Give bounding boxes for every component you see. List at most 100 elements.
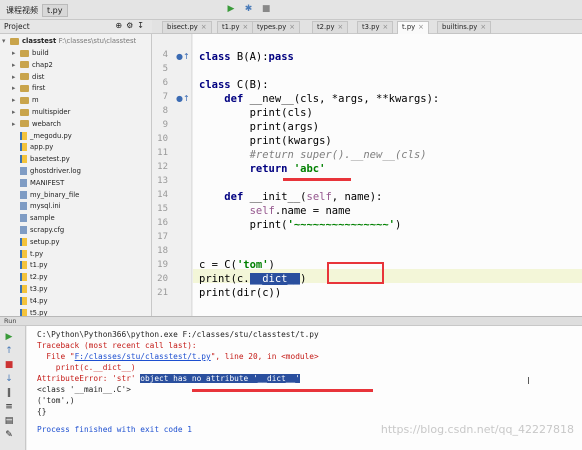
tab-label: t1.py: [222, 23, 240, 31]
tree-item-label: m: [32, 96, 39, 105]
tree-root-name: classtest: [22, 37, 57, 45]
line-number: 19: [157, 260, 168, 270]
tree-item[interactable]: ▸ dist: [12, 72, 44, 83]
tab-5[interactable]: t.py ×: [397, 21, 429, 34]
tree-item[interactable]: ▸ m: [12, 95, 39, 106]
print-icon[interactable]: ▤: [4, 416, 14, 426]
tree-item[interactable]: t1.py: [12, 260, 48, 271]
close-icon[interactable]: ×: [383, 23, 389, 31]
soft-wrap-icon[interactable]: ≡: [4, 402, 14, 412]
settings-icon[interactable]: ⚙: [126, 21, 137, 30]
tree-item[interactable]: my_binary_file: [12, 190, 79, 201]
code-line-15: self.name = name: [249, 205, 351, 217]
tree-item[interactable]: ▸ build: [12, 48, 49, 59]
traceback-link[interactable]: F:/classes/stu/classtest/t.py: [75, 352, 211, 361]
tree-item[interactable]: sample: [12, 213, 55, 224]
expand-arrow-icon[interactable]: ▸: [12, 95, 20, 106]
tree-item[interactable]: ghostdriver.log: [12, 166, 81, 177]
tree-item[interactable]: t4.py: [12, 296, 48, 307]
tree-item-label: webarch: [32, 119, 61, 128]
tree-item[interactable]: ▸ first: [12, 83, 45, 94]
expand-arrow-icon[interactable]: ▸: [12, 48, 20, 59]
tree-item[interactable]: mysql.ini: [12, 201, 61, 212]
close-icon[interactable]: ×: [201, 23, 207, 31]
sync-icon[interactable]: ⊕: [115, 21, 126, 30]
pin-icon[interactable]: ✎: [4, 430, 14, 440]
tree-item-label: MANIFEST: [30, 178, 65, 187]
expand-arrow-icon[interactable]: ▸: [12, 107, 20, 118]
expand-arrow-icon[interactable]: ▸: [12, 60, 20, 71]
tree-item[interactable]: app.py: [12, 142, 53, 153]
close-icon[interactable]: ×: [480, 23, 486, 31]
tree-item[interactable]: t5.py: [12, 308, 48, 316]
folder-icon: [20, 61, 29, 69]
run-toolbar: ▶ ✱ ■: [225, 3, 275, 15]
pause-icon[interactable]: ‖: [4, 388, 14, 398]
tab-0[interactable]: bisect.py ×: [162, 21, 212, 34]
code-line-10: print(kwargs): [249, 135, 332, 147]
override-marker-icon[interactable]: ●↑: [176, 52, 190, 61]
tab-4[interactable]: t3.py ×: [357, 21, 394, 34]
stop-run-icon[interactable]: ■: [4, 360, 14, 370]
tab-1[interactable]: t1.py ×: [217, 21, 254, 34]
debug-icon[interactable]: ✱: [243, 3, 255, 15]
close-icon[interactable]: ×: [243, 23, 249, 31]
stop-icon[interactable]: ■: [260, 3, 272, 15]
file-icon: [20, 190, 27, 199]
close-icon[interactable]: ×: [289, 23, 295, 31]
run-console[interactable]: C:\Python\Python366\python.exe F:/classe…: [27, 326, 582, 450]
override-marker-icon[interactable]: ●↑: [176, 94, 190, 103]
project-label[interactable]: Project: [4, 22, 30, 31]
line-number: 14: [157, 190, 168, 200]
tree-item[interactable]: setup.py: [12, 237, 60, 248]
file-icon: [20, 167, 27, 175]
tab-2[interactable]: types.py ×: [252, 21, 300, 34]
tree-item-label: _megodu.py: [30, 131, 72, 140]
tab-3[interactable]: t2.py ×: [312, 21, 349, 34]
code-editor[interactable]: class B(A):pass class C(B): def __new__(…: [193, 34, 582, 316]
console-output: ('tom',): [37, 396, 75, 405]
expand-arrow-icon[interactable]: ▸: [12, 119, 20, 130]
tree-item[interactable]: basetest.py: [12, 154, 70, 165]
close-icon[interactable]: ×: [418, 23, 424, 31]
tree-item[interactable]: t2.py: [12, 272, 48, 283]
console-output: <class '__main__.C'>: [37, 385, 131, 394]
tree-item[interactable]: ▸ multispider: [12, 107, 70, 118]
breadcrumb-file[interactable]: t.py: [42, 4, 68, 17]
tree-item[interactable]: ▸ chap2: [12, 60, 53, 71]
tree-item[interactable]: ▸ webarch: [12, 119, 61, 130]
tree-item-label: sample: [30, 214, 55, 223]
line-number: 13: [157, 176, 168, 186]
line-number: 10: [157, 134, 168, 144]
tab-label: builtins.py: [442, 23, 478, 31]
rerun-icon[interactable]: ▶: [4, 332, 14, 342]
tree-item[interactable]: scrapy.cfg: [12, 225, 64, 236]
line-number: 17: [157, 232, 168, 242]
tree-item-label: t2.py: [30, 273, 48, 282]
run-label[interactable]: Run: [4, 317, 16, 325]
scroll-down-icon[interactable]: ↓: [4, 374, 14, 384]
code-line-20: print(c.__dict__): [199, 273, 307, 285]
console-traceback-file: File "F:/classes/stu/classtest/t.py", li…: [37, 352, 319, 361]
expand-arrow-icon[interactable]: ▾: [2, 36, 10, 47]
tab-6[interactable]: builtins.py ×: [437, 21, 492, 34]
hide-icon[interactable]: ↧: [137, 21, 148, 30]
breadcrumb-root[interactable]: 课程视频: [2, 4, 42, 17]
tree-item[interactable]: _megodu.py: [12, 131, 72, 142]
tree-item[interactable]: t.py: [12, 249, 43, 260]
close-icon[interactable]: ×: [338, 23, 344, 31]
code-line-12: return 'abc': [249, 163, 326, 175]
tree-root[interactable]: ▾ classtest F:\classes\stu\classtest: [2, 36, 136, 47]
tree-item[interactable]: MANIFEST: [12, 178, 64, 189]
tab-label: types.py: [257, 23, 287, 31]
scroll-up-icon[interactable]: ↑: [4, 346, 14, 356]
tree-item-label: dist: [32, 72, 45, 81]
expand-arrow-icon[interactable]: ▸: [12, 72, 20, 83]
expand-arrow-icon[interactable]: ▸: [12, 83, 20, 94]
folder-icon: [20, 73, 29, 81]
code-line-16: print('~~~~~~~~~~~~~~~'): [249, 219, 402, 231]
run-icon[interactable]: ▶: [225, 3, 237, 15]
tab-label: bisect.py: [167, 23, 198, 31]
tree-item[interactable]: t3.py: [12, 284, 48, 295]
line-number: 18: [157, 246, 168, 256]
